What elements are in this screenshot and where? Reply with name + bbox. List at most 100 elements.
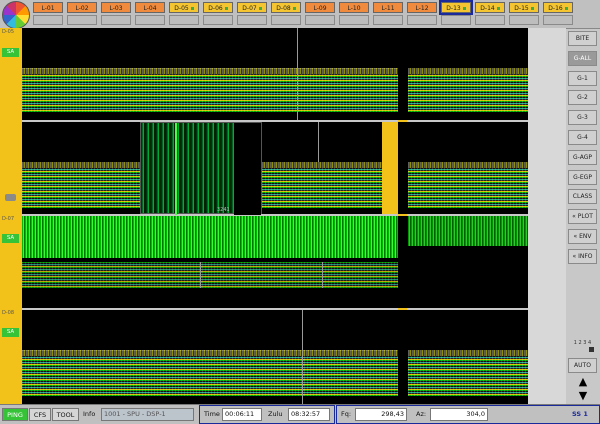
active-signal-band[interactable] [22,216,398,258]
side-button-g-4[interactable]: G-4 [568,130,597,145]
channel-subtab[interactable] [339,15,369,25]
channel-tab[interactable]: L-04 [135,2,165,13]
channel-tab-label: L-02 [75,5,89,12]
channel-tab[interactable]: L-12 [407,2,437,13]
channel-tab[interactable]: D-05 [169,2,199,13]
waterfall-display[interactable] [22,356,398,396]
channel-tab[interactable]: L-09 [305,2,335,13]
collapse-chevron-icon[interactable] [5,194,16,201]
time-label: Time [204,410,220,418]
channel-tab[interactable]: D-14 [475,2,505,13]
spectrum-panel-4[interactable] [22,310,528,404]
channel-subtab[interactable] [33,15,63,25]
waterfall-display[interactable] [22,262,398,288]
cfs-button[interactable]: CFS [29,408,51,421]
channel-subtab[interactable] [237,15,267,25]
status-dot-icon [462,7,466,10]
channel-tab-label: D-06 [208,5,223,12]
zoom-scale-label: 3241 [217,207,230,213]
channel-subtab[interactable] [373,15,403,25]
side-button-g-1[interactable]: G-1 [568,70,597,86]
channel-tab-label: L-10 [347,5,361,12]
page-selector[interactable]: 1 2 3 4 [568,340,597,346]
info-select[interactable]: 1001 - SPU - DSP-1 [101,408,194,421]
channel-tab-label: L-03 [109,5,123,12]
sa-badge[interactable]: SA [2,234,19,243]
status-dot-icon [292,7,296,10]
channel-tab-label: D-16 [548,5,563,12]
channel-subtab[interactable] [271,15,301,25]
spectrum-panel-2[interactable]: 3241 [22,122,528,215]
status-dot-icon [530,7,534,10]
channel-subtab[interactable] [407,15,437,25]
app-logo-icon[interactable] [2,1,30,29]
channel-tab[interactable]: L-02 [67,2,97,13]
waterfall-display[interactable] [262,168,382,208]
side-button-class[interactable]: CLASS [568,189,597,205]
azimuth-label: Az: [416,410,427,418]
channel-subtab[interactable] [67,15,97,25]
sa-badge[interactable]: SA [2,48,19,57]
scroll-down-icon[interactable]: ▼ [570,389,596,403]
channel-subtab[interactable] [509,15,539,25]
side-button-g-all[interactable]: G-ALL [568,50,597,66]
channel-subtab[interactable] [441,15,471,25]
side-button-env[interactable]: « ENV [568,229,597,244]
channel-tab-label: D-15 [514,5,529,12]
channel-tab-label: L-01 [41,5,55,12]
right-scroll-gutter[interactable] [528,28,566,404]
side-button-g-egp[interactable]: G-EGP [568,169,597,185]
spectrum-panel-1[interactable] [22,28,528,120]
channel-tab[interactable]: D-07 [237,2,267,13]
channel-subtab[interactable] [135,15,165,25]
channel-tab[interactable]: L-10 [339,2,369,13]
channel-tab-bar: L-01 L-02 L-03 L-04 D-05 D-06 D-07 D-08 L-09 L-10… [0,0,600,29]
side-button-info[interactable]: « INFO [568,248,597,264]
auto-button[interactable]: AUTO [568,358,597,373]
waterfall-display[interactable] [408,168,528,208]
channel-tab-label: D-05 [174,5,189,12]
waterfall-display[interactable] [408,356,528,396]
channel-tab[interactable]: D-15 [509,2,539,13]
channel-subtab[interactable] [543,15,573,25]
channel-subtab[interactable] [101,15,131,25]
status-dot-icon [224,7,228,10]
channel-tab[interactable]: L-11 [373,2,403,13]
scroll-up-icon[interactable]: ▲ [570,375,596,389]
channel-subtab[interactable] [475,15,505,25]
ping-button[interactable]: PING [2,408,28,421]
channel-tab[interactable]: D-13 [439,0,473,15]
channel-tab-label: L-12 [415,5,429,12]
waterfall-display[interactable] [408,74,528,112]
side-button-bite[interactable]: BITE [568,31,597,46]
channel-subtab[interactable] [169,15,199,25]
channel-label: D-07 [2,216,15,222]
waterfall-display[interactable] [22,74,398,112]
frequency-label: Fq: [341,410,352,418]
channel-tab[interactable]: D-16 [543,2,573,13]
side-button-g-2[interactable]: G-2 [568,90,597,106]
info-label: Info [83,410,96,418]
azimuth-field[interactable]: 304,0 [430,408,488,421]
channel-tab[interactable]: L-01 [33,2,63,13]
channel-tab-label: D-14 [480,5,495,12]
page-indicator-icon [589,347,594,352]
frequency-field[interactable]: 298,43 [355,408,407,421]
channel-tab-label: L-09 [313,5,327,12]
sa-badge[interactable]: SA [2,328,19,337]
channel-tab[interactable]: D-08 [271,2,301,13]
channel-tab[interactable]: L-03 [101,2,131,13]
time-field: 00:06:11 [222,408,262,421]
tool-button[interactable]: TOOL [52,408,79,421]
session-label: SS 1 [572,410,588,418]
waterfall-display[interactable] [22,168,140,208]
spectrum-panel-3[interactable] [22,216,528,308]
side-button-g-3[interactable]: G-3 [568,110,597,126]
channel-tab[interactable]: D-06 [203,2,233,13]
channel-label: D-08 [2,310,15,316]
side-button-g-agp[interactable]: G-AGP [568,149,597,165]
spectrogram-zoom[interactable]: 3241 [140,122,262,215]
side-button-plot[interactable]: « PLOT [568,209,597,225]
channel-subtab[interactable] [305,15,335,25]
channel-subtab[interactable] [203,15,233,25]
